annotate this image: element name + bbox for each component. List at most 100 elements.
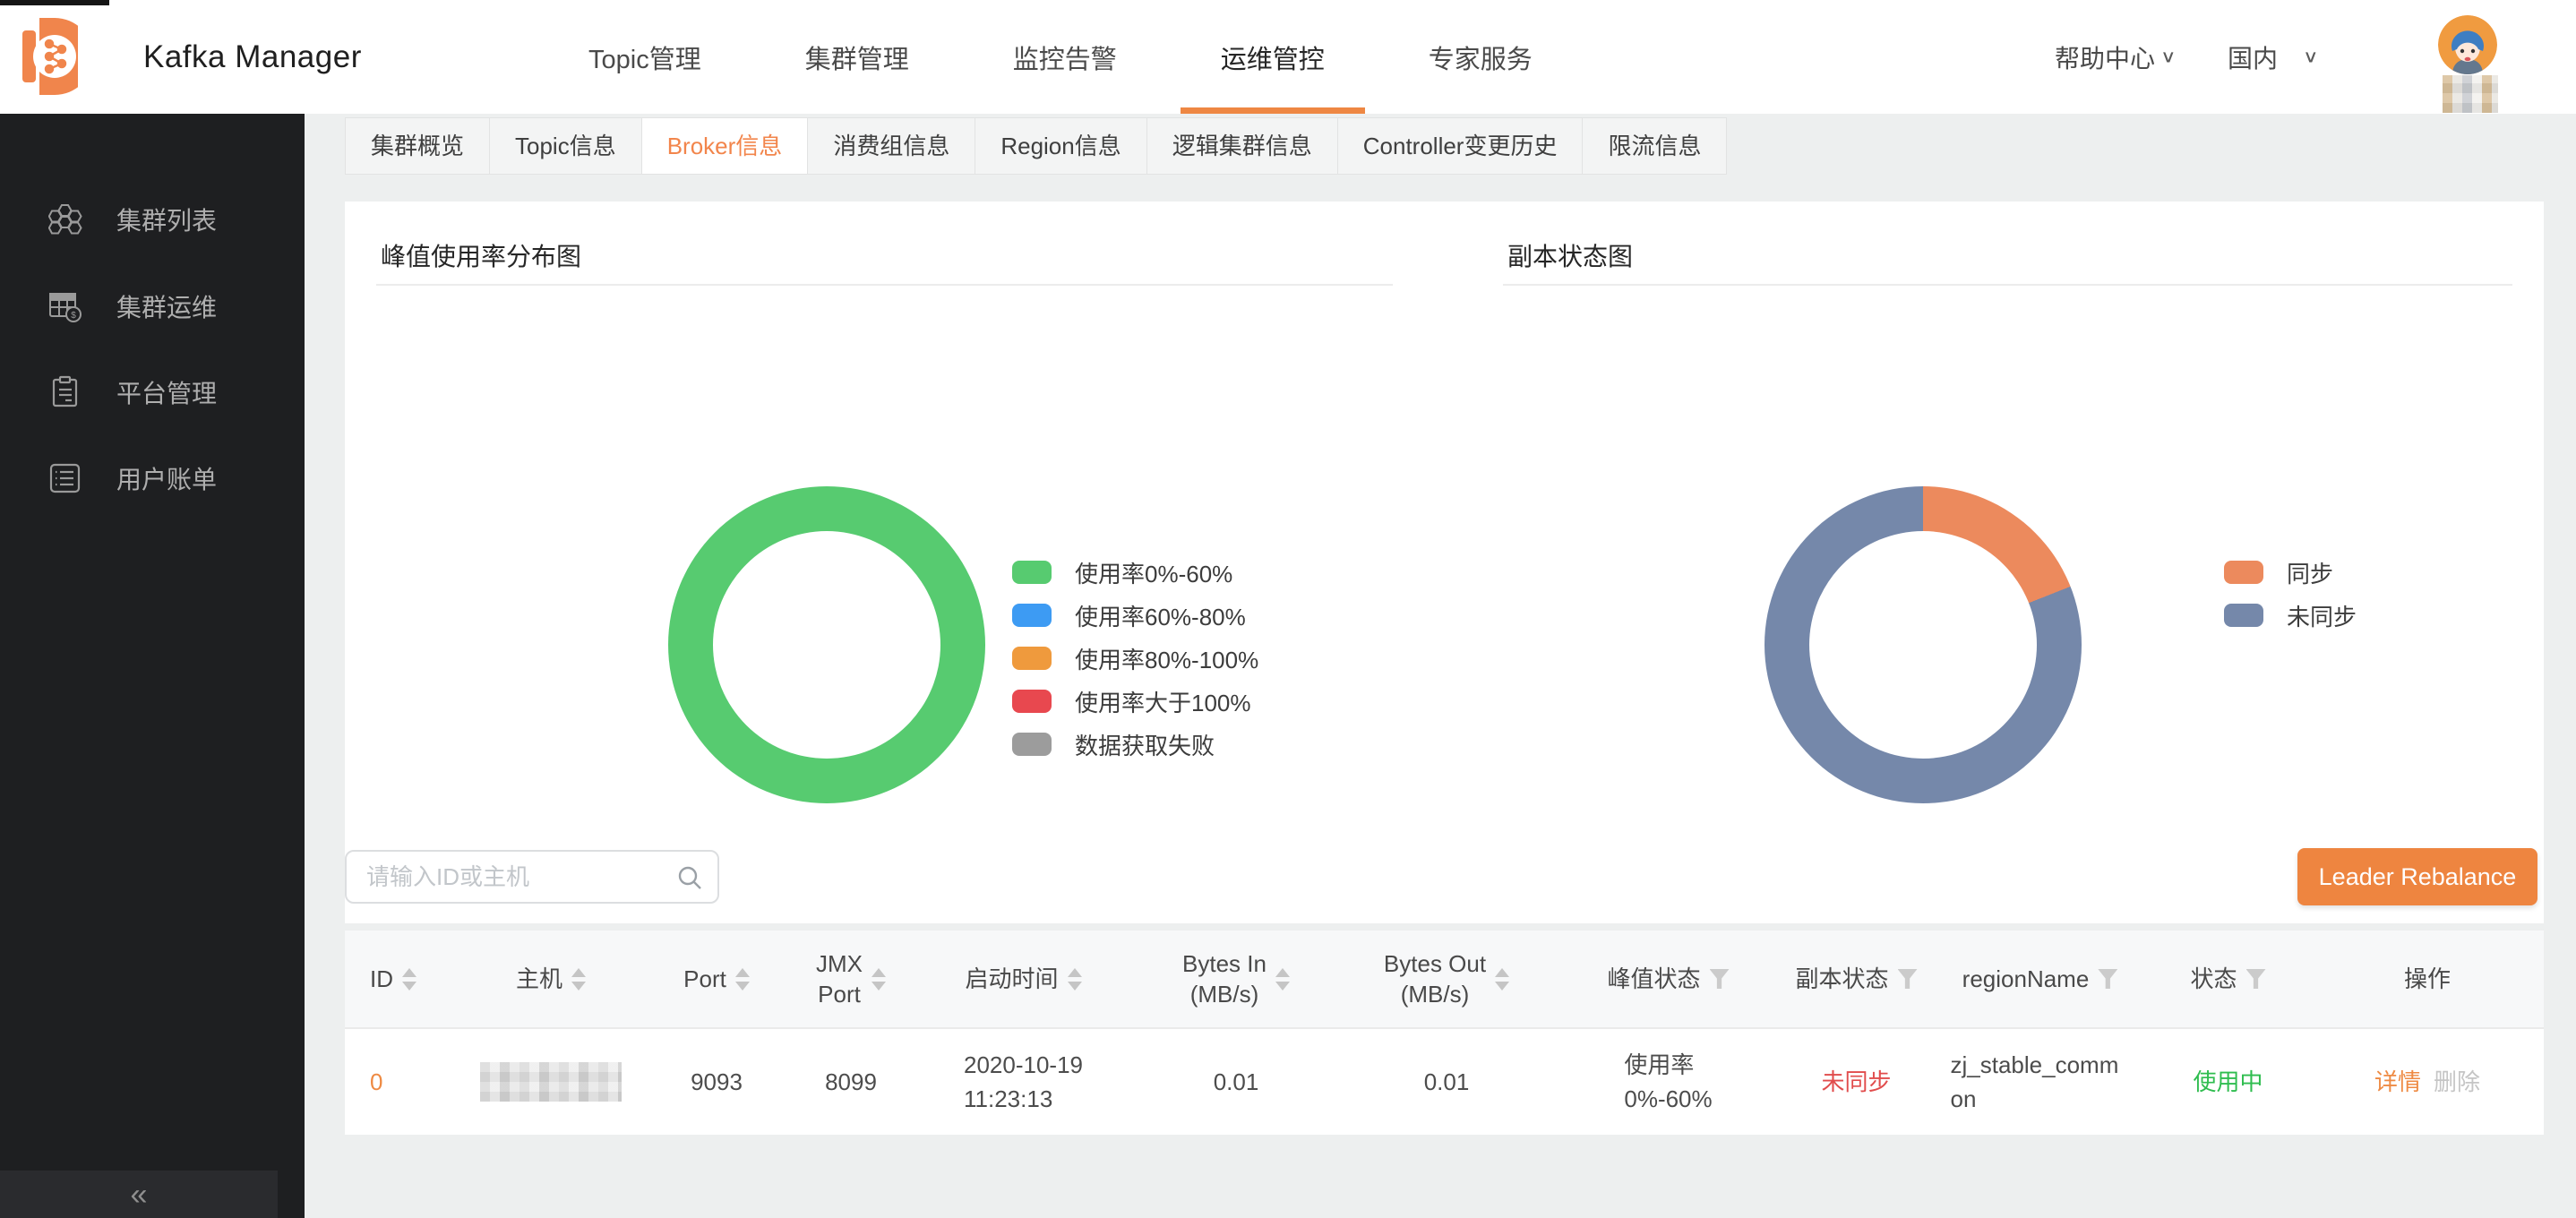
cell-id: 0 bbox=[345, 1029, 461, 1135]
sort-icon[interactable] bbox=[1068, 968, 1082, 991]
legend-item[interactable]: 使用率0%-60% bbox=[1012, 551, 1258, 594]
legend-item[interactable]: 使用率60%-80% bbox=[1012, 594, 1258, 637]
broker-id-link[interactable]: 0 bbox=[370, 1065, 382, 1099]
nav-ops-control[interactable]: 运维管控 bbox=[1221, 0, 1325, 114]
legend-swatch bbox=[1012, 604, 1052, 627]
region-name-value: zj_stable_common bbox=[1951, 1048, 2130, 1116]
col-header-region-name[interactable]: regionName bbox=[1935, 931, 2145, 1027]
detail-link[interactable]: 详情 bbox=[2374, 1065, 2421, 1099]
legend-swatch bbox=[1012, 561, 1052, 584]
help-center-label: 帮助中心 bbox=[2055, 39, 2155, 75]
sidebar-item-label: 用户账单 bbox=[116, 460, 217, 496]
sort-icon[interactable] bbox=[1275, 968, 1290, 991]
sidebar-item-label: 集群运维 bbox=[116, 288, 217, 324]
col-header-id[interactable]: ID bbox=[345, 931, 461, 1027]
nav-monitor-alert[interactable]: 监控告警 bbox=[1013, 0, 1117, 114]
sidebar-item-cluster-ops[interactable]: $ 集群运维 bbox=[0, 278, 305, 335]
broker-table: ID 主机 Port JMX Port 启动时间 Bytes In (MB/s) bbox=[345, 931, 2544, 1135]
peak-status-value: 使用率 0%-60% bbox=[1624, 1048, 1712, 1116]
tab-consumer-group-info[interactable]: 消费组信息 bbox=[807, 117, 975, 175]
legend-label: 数据获取失败 bbox=[1075, 728, 1215, 761]
host-censored bbox=[480, 1062, 622, 1102]
cell-region-name: zj_stable_common bbox=[1935, 1029, 2145, 1135]
legend-label: 使用率60%-80% bbox=[1075, 599, 1246, 632]
tab-region-info[interactable]: Region信息 bbox=[975, 117, 1146, 175]
col-label: 启动时间 bbox=[965, 964, 1058, 994]
tab-controller-history[interactable]: Controller变更历史 bbox=[1337, 117, 1584, 175]
filter-icon[interactable] bbox=[2098, 969, 2117, 989]
filter-icon[interactable] bbox=[1898, 969, 1918, 989]
col-header-peak-status[interactable]: 峰值状态 bbox=[1558, 931, 1778, 1027]
cell-jmx-port: 8099 bbox=[793, 1029, 909, 1135]
legend-swatch bbox=[1012, 647, 1052, 670]
main-content: 集群概览 Topic信息 Broker信息 消费组信息 Region信息 逻辑集… bbox=[305, 114, 2576, 1218]
search-input[interactable] bbox=[347, 852, 717, 902]
legend-swatch bbox=[2224, 561, 2263, 584]
legend-item[interactable]: 使用率大于100% bbox=[1012, 680, 1258, 723]
col-header-jmx-port[interactable]: JMX Port bbox=[793, 931, 909, 1027]
region-selector[interactable]: 国内 ∨ bbox=[2228, 0, 2319, 114]
col-header-status[interactable]: 状态 bbox=[2145, 931, 2311, 1027]
start-time-value: 2020-10-19 11:23:13 bbox=[964, 1048, 1083, 1116]
cell-actions: 详情 删除 bbox=[2311, 1029, 2544, 1135]
cell-bytes-in: 0.01 bbox=[1138, 1029, 1335, 1135]
sidebar-item-platform-manage[interactable]: 平台管理 bbox=[0, 364, 305, 421]
top-edge-strip bbox=[0, 0, 109, 5]
chart-title: 副本状态图 bbox=[1507, 237, 1633, 273]
legend-item[interactable]: 同步 bbox=[2224, 551, 2357, 594]
sort-icon[interactable] bbox=[1495, 968, 1509, 991]
legend-label: 使用率0%-60% bbox=[1075, 556, 1232, 589]
sidebar: 集群列表 $ 集群运维 平台管理 bbox=[0, 114, 305, 1218]
search-icon[interactable] bbox=[676, 864, 703, 891]
legend-item[interactable]: 使用率80%-100% bbox=[1012, 637, 1258, 680]
col-label: regionName bbox=[1962, 964, 2090, 994]
col-header-start-time[interactable]: 启动时间 bbox=[909, 931, 1138, 1027]
collapse-chevrons-icon: « bbox=[131, 1179, 148, 1210]
col-header-host[interactable]: 主机 bbox=[461, 931, 640, 1027]
delete-link[interactable]: 删除 bbox=[2434, 1065, 2480, 1099]
filter-icon[interactable] bbox=[2246, 969, 2266, 989]
chevron-down-icon: ∨ bbox=[2160, 47, 2177, 67]
tab-cluster-overview[interactable]: 集群概览 bbox=[345, 117, 490, 175]
filter-icon[interactable] bbox=[1710, 969, 1730, 989]
tab-broker-info[interactable]: Broker信息 bbox=[641, 117, 809, 175]
col-label: 主机 bbox=[516, 964, 562, 994]
leader-rebalance-button[interactable]: Leader Rebalance bbox=[2297, 848, 2537, 905]
col-header-port[interactable]: Port bbox=[640, 931, 793, 1027]
tab-logic-cluster-info[interactable]: 逻辑集群信息 bbox=[1146, 117, 1338, 175]
sort-icon[interactable] bbox=[402, 968, 416, 991]
broker-search-box bbox=[345, 850, 719, 904]
sort-icon[interactable] bbox=[571, 968, 586, 991]
sort-icon[interactable] bbox=[872, 968, 886, 991]
sidebar-item-user-billing[interactable]: 用户账单 bbox=[0, 450, 305, 507]
nav-expert-service[interactable]: 专家服务 bbox=[1429, 0, 1533, 114]
cell-peak-status: 使用率 0%-60% bbox=[1558, 1029, 1778, 1135]
sidebar-collapse-button[interactable]: « bbox=[0, 1171, 278, 1218]
legend-item[interactable]: 数据获取失败 bbox=[1012, 723, 1258, 766]
legend-item[interactable]: 未同步 bbox=[2224, 594, 2357, 637]
cell-bytes-out: 0.01 bbox=[1335, 1029, 1558, 1135]
col-label: Port bbox=[683, 964, 726, 994]
col-label: Bytes Out (MB/s) bbox=[1384, 948, 1486, 1009]
user-avatar[interactable] bbox=[2438, 15, 2497, 74]
legend-swatch bbox=[1012, 733, 1052, 756]
sort-icon[interactable] bbox=[735, 968, 750, 991]
legend-swatch bbox=[2224, 604, 2263, 627]
col-header-replica-status[interactable]: 副本状态 bbox=[1778, 931, 1935, 1027]
cell-host bbox=[461, 1029, 640, 1135]
col-header-bytes-out[interactable]: Bytes Out (MB/s) bbox=[1335, 931, 1558, 1027]
cluster-ops-icon: $ bbox=[48, 289, 82, 323]
tab-throttle-info[interactable]: 限流信息 bbox=[1582, 117, 1727, 175]
col-label: 操作 bbox=[2404, 964, 2451, 994]
tab-topic-info[interactable]: Topic信息 bbox=[489, 117, 642, 175]
status-value: 使用中 bbox=[2193, 1065, 2263, 1099]
sidebar-item-cluster-list[interactable]: 集群列表 bbox=[0, 191, 305, 248]
legend-label: 未同步 bbox=[2287, 599, 2357, 632]
username-censored bbox=[2443, 75, 2498, 113]
legend-label: 同步 bbox=[2287, 556, 2333, 589]
col-header-bytes-in[interactable]: Bytes In (MB/s) bbox=[1138, 931, 1335, 1027]
app-title: Kafka Manager bbox=[143, 0, 362, 114]
nav-topic-manage[interactable]: Topic管理 bbox=[588, 0, 701, 114]
help-center-menu[interactable]: 帮助中心 ∨ bbox=[2055, 0, 2177, 114]
nav-cluster-manage[interactable]: 集群管理 bbox=[805, 0, 909, 114]
